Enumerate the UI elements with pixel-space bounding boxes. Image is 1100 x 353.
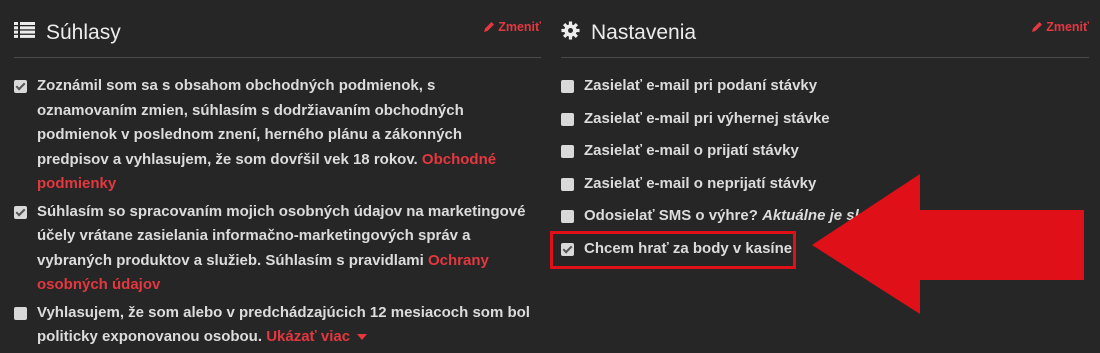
setting-bet-rejected-label: Zasielať e-mail o neprijatí stávky bbox=[584, 174, 817, 192]
consents-header: Súhlasy Zmeniť bbox=[14, 0, 541, 58]
show-more-link[interactable]: Ukázať viac bbox=[266, 328, 368, 345]
settings-header: Nastavenia Zmeniť bbox=[561, 0, 1089, 58]
setting-sms-checkbox[interactable] bbox=[561, 210, 574, 223]
setting-bet-placed-label: Zasielať e-mail pri podaní stávky bbox=[584, 77, 818, 94]
consent-item-terms: Zoznámil som sa s obsahom obchodných pod… bbox=[14, 74, 541, 197]
consents-edit-link[interactable]: Zmeniť bbox=[484, 20, 541, 34]
consents-list: Zoznámil som sa s obsahom obchodných pod… bbox=[14, 58, 541, 350]
pencil-icon bbox=[484, 22, 495, 32]
consent-terms-text: Zoznámil som sa s obsahom obchodných pod… bbox=[37, 77, 464, 168]
setting-bet-accepted-label: Zasielať e-mail o prijatí stávky bbox=[584, 142, 799, 159]
consent-terms-checkbox[interactable] bbox=[14, 80, 27, 93]
setting-item-bet-accepted: Zasielať e-mail o prijatí stávky bbox=[561, 139, 1089, 164]
consent-item-pep: Vyhlasujem, že som alebo v predchádzajúc… bbox=[14, 301, 541, 350]
settings-title: Nastavenia bbox=[591, 20, 697, 44]
highlight-box bbox=[550, 231, 796, 269]
setting-sms-label: Odosielať SMS o výhre? bbox=[584, 207, 758, 224]
setting-bet-placed-checkbox[interactable] bbox=[561, 80, 574, 93]
consent-pep-checkbox[interactable] bbox=[14, 306, 27, 320]
consent-item-marketing: Súhlasím so spracovaním mojich osobných … bbox=[14, 200, 541, 298]
setting-bet-won-checkbox[interactable] bbox=[561, 112, 574, 126]
consent-marketing-checkbox[interactable] bbox=[14, 205, 27, 219]
consents-panel: Súhlasy Zmeniť Zoznámil som sa s obsahom… bbox=[14, 0, 541, 353]
consents-title: Súhlasy bbox=[46, 20, 121, 44]
pencil-icon bbox=[1032, 22, 1043, 32]
setting-bet-accepted-checkbox[interactable] bbox=[561, 145, 574, 158]
arrow-left-icon bbox=[812, 174, 1084, 319]
settings-edit-link[interactable]: Zmeniť bbox=[1032, 20, 1089, 34]
setting-item-bet-placed: Zasielať e-mail pri podaní stávky bbox=[561, 74, 1089, 99]
gear-icon bbox=[561, 20, 580, 45]
setting-bet-rejected-checkbox[interactable] bbox=[561, 177, 574, 191]
list-icon bbox=[14, 22, 35, 43]
setting-item-bet-won: Zasielať e-mail pri výhernej stávke bbox=[561, 107, 1089, 132]
setting-bet-won-label: Zasielať e-mail pri výhernej stávke bbox=[584, 109, 830, 127]
